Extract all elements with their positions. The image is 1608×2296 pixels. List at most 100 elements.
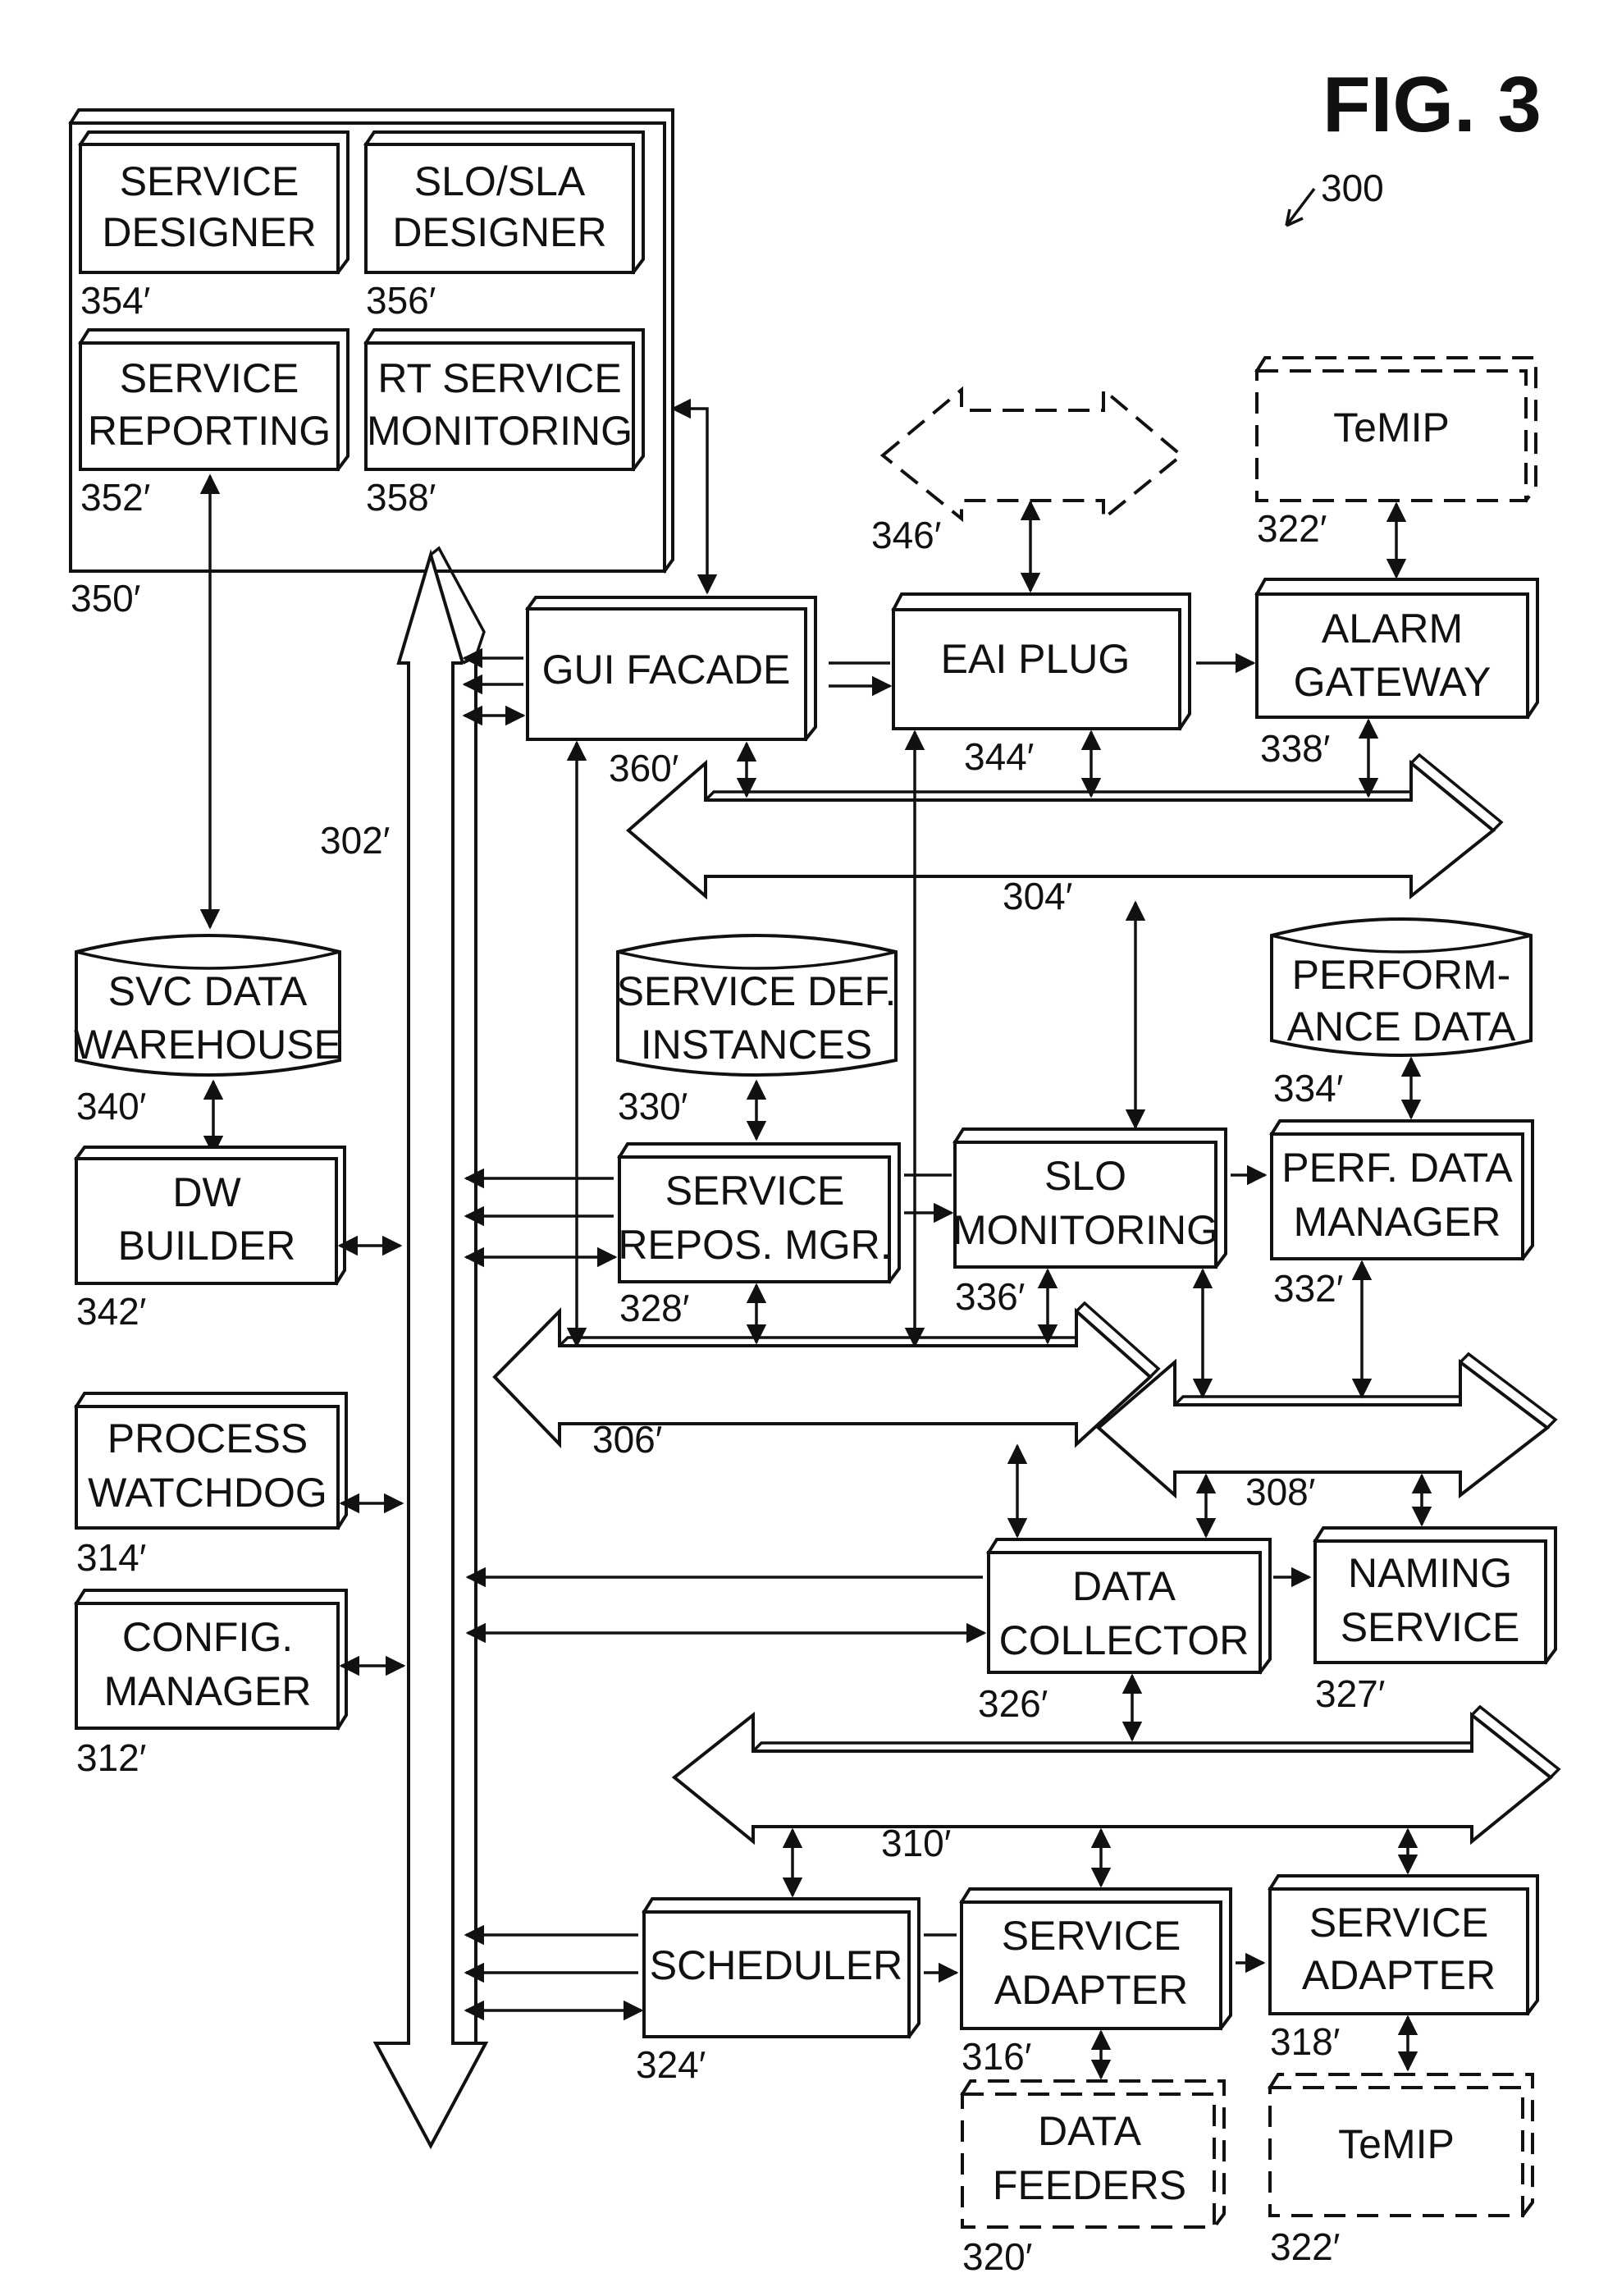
dw-builder-block[interactable]: DW BUILDER 342′ xyxy=(73,1146,346,1333)
service-def-instances-line2: INSTANCES xyxy=(641,1022,872,1068)
data-collector-line2: COLLECTOR xyxy=(999,1617,1249,1663)
eai-plug-label: EAI PLUG xyxy=(941,636,1131,682)
process-watchdog-block[interactable]: PROCESS WATCHDOG 314′ xyxy=(74,1392,348,1579)
config-manager-block[interactable]: CONFIG. MANAGER 312′ xyxy=(74,1589,348,1779)
service-adapter-318-line2: ADAPTER xyxy=(1302,1952,1496,1998)
slo-sla-designer-ref: 356′ xyxy=(366,279,436,322)
service-adapter-316-block[interactable]: SERVICE ADAPTER 316′ xyxy=(959,1887,1232,2078)
slo-sla-designer-line1: SLO/SLA xyxy=(414,158,586,204)
svc-data-warehouse-line2: WAREHOUSE xyxy=(74,1022,341,1068)
bus-310: 310′ xyxy=(671,1704,1561,1864)
scheduler-block[interactable]: SCHEDULER 324′ xyxy=(636,1897,920,2086)
perf-data-manager-line2: MANAGER xyxy=(1294,1199,1501,1245)
bus-308: 308′ xyxy=(1095,1352,1558,1513)
service-adapter-316-line2: ADAPTER xyxy=(994,1967,1188,2013)
gui-facade-ref: 360′ xyxy=(609,747,678,789)
data-collector-block[interactable]: DATA COLLECTOR 326′ xyxy=(978,1538,1272,1725)
rt-service-monitoring-ref: 358′ xyxy=(366,476,436,519)
system-diagram: FIG. 3 300 350′ SERVICE DESIGNER 354′ SL… xyxy=(68,61,1561,2278)
service-def-instances-ref: 330′ xyxy=(618,1085,688,1127)
slo-monitoring-ref: 336′ xyxy=(955,1275,1025,1318)
slo-monitoring-line1: SLO xyxy=(1044,1153,1126,1199)
slo-monitoring-line2: MONITORING xyxy=(952,1207,1218,1253)
alarm-gateway-line2: GATEWAY xyxy=(1294,659,1492,705)
dw-builder-line1: DW xyxy=(172,1169,241,1215)
naming-service-block[interactable]: NAMING SERVICE 327′ xyxy=(1313,1526,1557,1715)
alarm-gateway-line1: ALARM xyxy=(1322,606,1463,652)
performance-data-ref: 334′ xyxy=(1273,1067,1343,1109)
service-designer-ref: 354′ xyxy=(80,279,150,322)
figure-ref: 300 xyxy=(1321,167,1384,209)
service-reporting-line1: SERVICE xyxy=(120,355,299,401)
data-feeders-line1: DATA xyxy=(1038,2108,1142,2154)
bus-304-ref: 304′ xyxy=(1003,875,1072,917)
performance-data-line1: PERFORM- xyxy=(1292,952,1511,998)
rt-service-monitoring-line1: RT SERVICE xyxy=(377,355,621,401)
svc-data-warehouse-db[interactable]: SVC DATA WAREHOUSE 340′ xyxy=(74,934,341,1127)
perf-data-manager-ref: 332′ xyxy=(1273,1267,1343,1310)
slo-monitoring-block[interactable]: SLO MONITORING 336′ xyxy=(952,1127,1227,1318)
performance-data-line2: ANCE DATA xyxy=(1287,1004,1516,1050)
service-reporting-line2: REPORTING xyxy=(88,408,331,454)
gui-facade-label: GUI FACADE xyxy=(542,647,791,693)
temip-bottom-block[interactable]: TeMIP 322′ xyxy=(1268,2073,1534,2268)
service-repos-mgr-line1: SERVICE xyxy=(665,1168,845,1214)
config-manager-line2: MANAGER xyxy=(104,1668,312,1714)
bus-310-ref: 310′ xyxy=(881,1822,951,1864)
svc-data-warehouse-ref: 340′ xyxy=(76,1085,146,1127)
config-manager-ref: 312′ xyxy=(76,1736,146,1779)
naming-service-line1: NAMING xyxy=(1348,1550,1512,1596)
temip-bottom-ref: 322′ xyxy=(1270,2225,1340,2268)
service-repos-mgr-block[interactable]: SERVICE REPOS. MGR. 328′ xyxy=(617,1142,901,1329)
bus-346: 346′ xyxy=(871,386,1185,556)
service-adapter-316-ref: 316′ xyxy=(962,2035,1031,2078)
rt-service-monitoring-line2: MONITORING xyxy=(367,408,633,454)
eai-plug-block[interactable]: EAI PLUG 344′ xyxy=(891,592,1191,778)
service-designer-line1: SERVICE xyxy=(120,158,299,204)
service-designer-line2: DESIGNER xyxy=(102,209,316,255)
bus-306: 306′ xyxy=(492,1301,1161,1461)
figure-title: FIG. 3 xyxy=(1322,61,1542,149)
service-adapter-316-line1: SERVICE xyxy=(1002,1913,1181,1959)
temip-top-ref: 322′ xyxy=(1257,507,1327,550)
slo-sla-designer-line2: DESIGNER xyxy=(392,209,606,255)
config-manager-line1: CONFIG. xyxy=(122,1614,293,1660)
service-repos-mgr-ref: 328′ xyxy=(619,1287,689,1329)
scheduler-label: SCHEDULER xyxy=(650,1942,902,1988)
bus-302-ref: 302′ xyxy=(320,819,390,862)
performance-data-db[interactable]: PERFORM- ANCE DATA 334′ xyxy=(1270,917,1533,1109)
ui-gui-connector xyxy=(670,398,718,595)
scheduler-ref: 324′ xyxy=(636,2043,706,2086)
alarm-gateway-ref: 338′ xyxy=(1260,727,1330,770)
bus-308-ref: 308′ xyxy=(1245,1470,1315,1513)
dw-builder-ref: 342′ xyxy=(76,1290,146,1333)
bus-302: 302′ xyxy=(320,546,489,2150)
svc-data-warehouse-line1: SVC DATA xyxy=(108,968,308,1014)
service-def-instances-line1: SERVICE DEF. xyxy=(617,968,897,1014)
bus-346-ref: 346′ xyxy=(871,514,941,556)
service-adapter-318-ref: 318′ xyxy=(1270,2020,1340,2063)
naming-service-line2: SERVICE xyxy=(1341,1604,1520,1650)
data-feeders-ref: 320′ xyxy=(962,2235,1032,2278)
data-feeders-line2: FEEDERS xyxy=(993,2162,1186,2208)
data-collector-ref: 326′ xyxy=(978,1682,1048,1725)
process-watchdog-ref: 314′ xyxy=(76,1536,146,1579)
temip-bottom-label: TeMIP xyxy=(1338,2121,1455,2167)
perf-data-manager-line1: PERF. DATA xyxy=(1281,1145,1513,1191)
service-reporting-ref: 352′ xyxy=(80,476,150,519)
temip-top-label: TeMIP xyxy=(1333,405,1450,451)
bus-304: 304′ xyxy=(625,752,1504,917)
alarm-gateway-block[interactable]: ALARM GATEWAY 338′ xyxy=(1254,578,1539,770)
ui-group-ref: 350′ xyxy=(71,577,140,620)
naming-service-ref: 327′ xyxy=(1315,1672,1385,1715)
figure-ref-arrow xyxy=(1285,187,1316,227)
gui-facade-block[interactable]: GUI FACADE 360′ xyxy=(524,596,817,789)
eai-plug-ref: 344′ xyxy=(964,735,1034,778)
service-adapter-318-line1: SERVICE xyxy=(1309,1900,1489,1946)
service-adapter-318-block[interactable]: SERVICE ADAPTER 318′ xyxy=(1268,1874,1539,2063)
perf-data-manager-block[interactable]: PERF. DATA MANAGER 332′ xyxy=(1269,1119,1534,1310)
data-feeders-block[interactable]: DATA FEEDERS 320′ xyxy=(960,2079,1226,2278)
bus-306-ref: 306′ xyxy=(592,1418,662,1461)
dw-builder-line2: BUILDER xyxy=(118,1223,296,1269)
process-watchdog-line1: PROCESS xyxy=(107,1416,308,1461)
